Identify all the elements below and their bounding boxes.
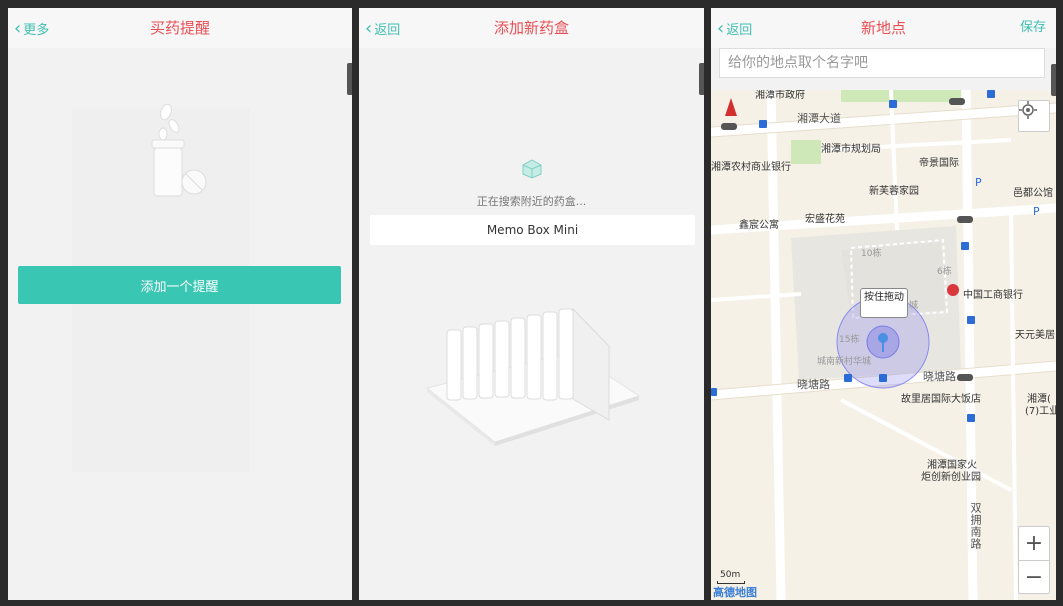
map-label: 宏盛花苑 bbox=[805, 214, 845, 225]
map-label: 湘潭市政府 bbox=[755, 90, 805, 101]
page-title: 添加新药盒 bbox=[493, 19, 569, 37]
pill-bottle-illustration bbox=[138, 96, 218, 210]
map-label: 晓塘路 bbox=[923, 370, 956, 383]
scroll-handle[interactable] bbox=[347, 63, 352, 95]
map-label: 故里居国际大饭店 bbox=[901, 394, 981, 405]
map-label: 湘潭市规划局 bbox=[821, 144, 881, 155]
crosshair-icon bbox=[1019, 101, 1037, 119]
svg-text:P: P bbox=[975, 176, 982, 189]
map-label: 炬创新创业园 bbox=[921, 472, 981, 483]
map-view[interactable]: P P 湘潭市政府 湘潭大道 湘潭市规划局 湘潭农村商业银行 帝景国际 新芙蓉家… bbox=[711, 90, 1056, 600]
map-label: 10栋 bbox=[861, 249, 882, 259]
location-name-input[interactable] bbox=[719, 48, 1045, 78]
locate-button[interactable] bbox=[1018, 100, 1050, 132]
map-label: 中国工商银行 bbox=[963, 290, 1023, 301]
map-label: 湘潭大道 bbox=[797, 112, 841, 125]
nav-bar: ‹ 返回 新地点 保存 bbox=[711, 8, 1056, 48]
nav-bar: ‹ 返回 添加新药盒 bbox=[359, 8, 704, 48]
map-label: (7)工业 bbox=[1025, 406, 1056, 417]
map-label: 新芙蓉家园 bbox=[869, 186, 919, 197]
map-label: 鑫宸公寓 bbox=[739, 220, 779, 231]
map-label: 15栋 bbox=[839, 335, 860, 345]
add-reminder-button[interactable]: 添加一个提醒 bbox=[18, 266, 341, 304]
device-list-item[interactable]: Memo Box Mini bbox=[370, 215, 695, 245]
svg-text:P: P bbox=[1033, 205, 1040, 218]
drag-tooltip: 按住拖动 bbox=[860, 288, 908, 318]
reminder-screen: ‹ 更多 买药提醒 添加一个提醒 bbox=[8, 8, 352, 600]
map-label: 帝景国际 bbox=[919, 158, 959, 169]
map-scale-label: 50m bbox=[720, 570, 741, 580]
map-label: 6栋 bbox=[937, 267, 952, 277]
page-title: 买药提醒 bbox=[149, 19, 210, 37]
zoom-in-button[interactable]: + bbox=[1019, 527, 1049, 560]
map-label: 城南新村华城 bbox=[817, 357, 872, 367]
scroll-handle[interactable] bbox=[1051, 64, 1056, 96]
nav-bar: ‹ 更多 买药提醒 bbox=[8, 8, 352, 48]
zoom-out-button[interactable]: − bbox=[1019, 560, 1049, 593]
searching-status: 正在搜索附近的药盒... bbox=[476, 195, 587, 208]
map-label: 双拥南路 bbox=[969, 502, 982, 550]
pill-box-illustration bbox=[423, 307, 643, 457]
map-label: 邑都公馆 bbox=[1013, 188, 1053, 199]
map-brand-logo: 高德地图 bbox=[713, 586, 757, 599]
map-label: 城 bbox=[909, 301, 919, 311]
add-box-screen: ‹ 返回 添加新药盒 正在搜索附近的药盒... Memo Box Mini bbox=[359, 8, 704, 600]
map-label: 湘潭农村商业银行 bbox=[711, 162, 791, 173]
map-label: 天元美居 bbox=[1015, 330, 1055, 341]
map-label: 晓塘路 bbox=[797, 378, 830, 391]
searching-cube-icon bbox=[521, 158, 543, 184]
new-location-screen: ‹ 返回 新地点 保存 给你的地点取个名字吧 P P 湘潭市政府 湘潭大道 湘潭… bbox=[711, 8, 1056, 600]
page-title: 新地点 bbox=[860, 19, 906, 37]
save-button[interactable]: 保存 bbox=[1020, 8, 1046, 48]
scroll-handle[interactable] bbox=[699, 63, 704, 95]
zoom-controls: + − bbox=[1018, 526, 1050, 594]
